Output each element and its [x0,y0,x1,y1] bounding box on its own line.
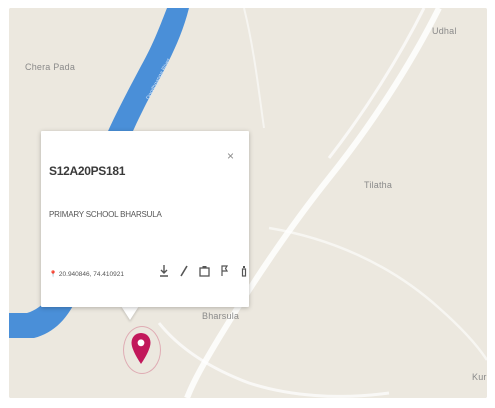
download-icon[interactable] [158,264,170,278]
map-pin-icon[interactable] [130,332,152,366]
place-label-tilatha: Tilatha [364,180,393,190]
popup-tail [121,306,139,320]
place-label-bharsula: Bharsula [202,311,240,321]
place-label-chera-pada: Chera Pada [25,62,76,72]
place-label-kuru: Kuru [472,372,487,382]
close-icon[interactable]: × [227,149,234,163]
edit-icon[interactable] [178,264,190,278]
popup-title: S12A20PS181 [49,164,126,178]
flag-icon[interactable] [218,264,230,278]
location-icon: 📍 [49,271,59,278]
popup-coordinates: 📍 20.940846, 74.410921 [49,270,124,278]
place-label-udhal: Udhal [432,26,457,36]
popup-toolbar [158,264,250,278]
camera-icon[interactable] [198,264,210,278]
info-icon[interactable] [238,264,250,278]
coordinates-text: 20.940846, 74.410921 [58,271,124,278]
info-popup: S12A20PS181 × PRIMARY SCHOOL BHARSULA 📍 … [41,131,249,307]
popup-subtitle: PRIMARY SCHOOL BHARSULA [49,210,162,219]
map-view[interactable]: Doodhganga River Chera Pada Udhal Tilath… [9,8,487,398]
